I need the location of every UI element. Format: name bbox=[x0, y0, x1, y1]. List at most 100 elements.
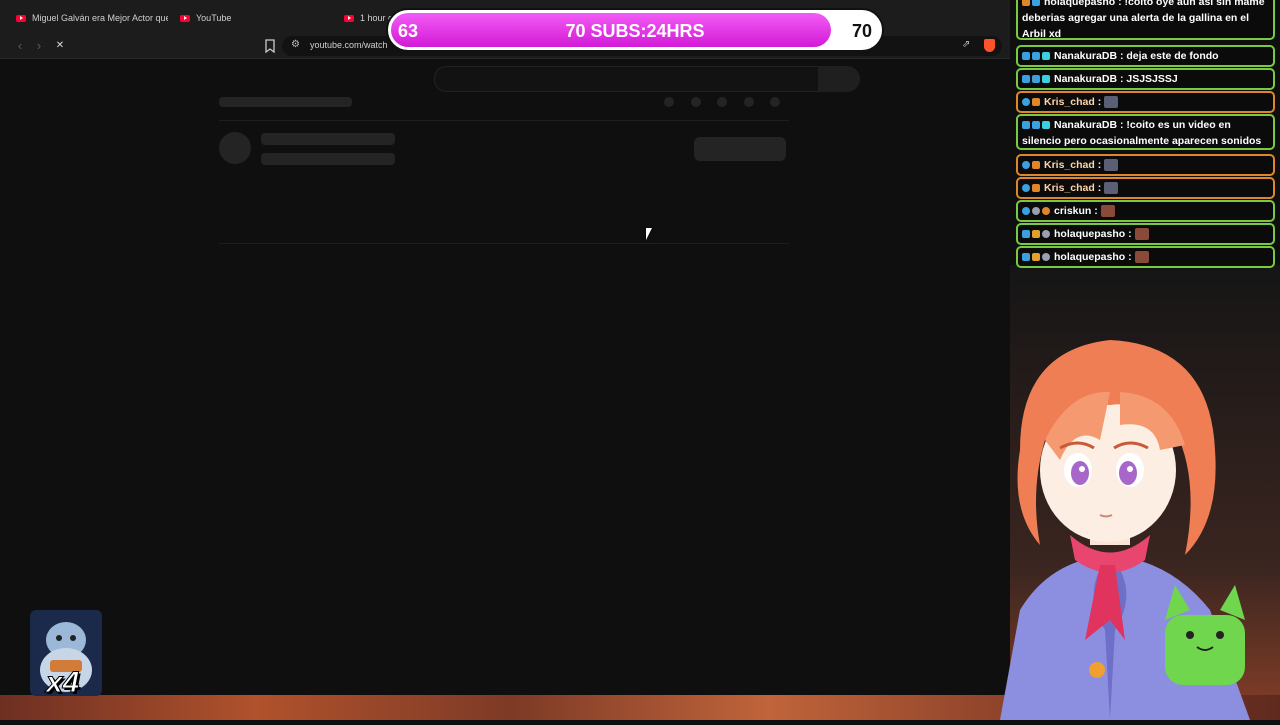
chat-message: Kris_chad : bbox=[1016, 154, 1275, 176]
channel-avatar-skeleton bbox=[219, 132, 251, 164]
chat-message: holaquepasho : bbox=[1016, 246, 1275, 268]
badge-icon bbox=[1042, 75, 1050, 84]
browser-window: Miguel Galván era Mejor Actor que C YouT… bbox=[0, 0, 1010, 695]
divider bbox=[219, 243, 789, 244]
subscriber-goal-bar: 63 70 SUBS:24HRS 70 bbox=[386, 8, 884, 52]
badge-icon bbox=[1042, 207, 1050, 216]
chat-separator: : bbox=[1118, 0, 1122, 8]
subgoal-title: 70 SUBS:24HRS bbox=[565, 21, 705, 41]
stop-loading-button[interactable]: ✕ bbox=[52, 38, 68, 54]
badge-icon bbox=[1042, 230, 1050, 239]
chat-username: NanakuraDB bbox=[1054, 73, 1118, 85]
badge-icon bbox=[1022, 184, 1030, 193]
combo-multiplier: x4 bbox=[45, 666, 80, 700]
chat-badges bbox=[1022, 230, 1050, 239]
badge-icon bbox=[1032, 0, 1040, 7]
youtube-favicon-icon bbox=[344, 14, 354, 22]
tab-label: YouTube bbox=[196, 13, 232, 23]
chat-message: NanakuraDB : deja este de fondo bbox=[1016, 45, 1275, 67]
chat-badges bbox=[1022, 161, 1040, 170]
chat-separator: : bbox=[1097, 159, 1102, 171]
chat-username: holaquepasho bbox=[1054, 251, 1126, 263]
chat-badges bbox=[1022, 121, 1050, 130]
action-skeleton-dot bbox=[717, 97, 727, 107]
emote-icon bbox=[1104, 159, 1119, 172]
vtuber-avatar bbox=[960, 330, 1280, 720]
chat-separator: : bbox=[1097, 96, 1102, 108]
badge-icon bbox=[1022, 253, 1030, 262]
badge-icon bbox=[1022, 161, 1030, 170]
chat-message: Kris_chad : bbox=[1016, 177, 1275, 199]
share-icon[interactable]: ⇗ bbox=[962, 39, 970, 50]
chat-separator: : bbox=[1119, 119, 1124, 131]
tab-youtube[interactable]: YouTube bbox=[172, 5, 332, 31]
chat-message: criskun : bbox=[1016, 200, 1275, 222]
chat-text: JSJSJSSJ bbox=[1126, 73, 1178, 85]
site-info-icon[interactable]: ⚙ bbox=[291, 39, 300, 50]
chat-badges bbox=[1022, 0, 1040, 7]
emote-icon bbox=[1100, 205, 1115, 218]
chat-badges bbox=[1022, 98, 1040, 107]
chat-message: holaquepasho : !coito oye aun asi sin ma… bbox=[1016, 0, 1275, 40]
youtube-search-input[interactable] bbox=[434, 66, 820, 92]
youtube-search-button[interactable] bbox=[818, 66, 860, 92]
chat-separator: : bbox=[1128, 228, 1132, 240]
chat-message: NanakuraDB : !coito es un video en silen… bbox=[1016, 114, 1275, 150]
mouse-cursor-icon bbox=[646, 228, 652, 240]
badge-icon bbox=[1032, 184, 1040, 193]
badge-icon bbox=[1032, 230, 1040, 239]
divider bbox=[219, 120, 789, 121]
bookmark-icon[interactable] bbox=[263, 39, 277, 54]
chat-badges bbox=[1022, 184, 1040, 193]
action-skeleton-dot bbox=[744, 97, 754, 107]
badge-icon bbox=[1032, 161, 1040, 170]
emote-icon bbox=[1134, 228, 1149, 241]
tab-miguel-galvan[interactable]: Miguel Galván era Mejor Actor que C bbox=[8, 5, 168, 31]
title-skeleton bbox=[219, 97, 352, 107]
chat-separator: : bbox=[1097, 182, 1102, 194]
chat-badges bbox=[1022, 253, 1050, 262]
badge-icon bbox=[1042, 121, 1050, 130]
youtube-favicon-icon bbox=[16, 14, 26, 22]
chat-username: Kris_chad bbox=[1044, 96, 1095, 108]
chat-message: Kris_chad : bbox=[1016, 91, 1275, 113]
subgoal-end-value: 70 bbox=[851, 21, 872, 41]
brave-shield-icon[interactable] bbox=[984, 39, 995, 52]
badge-icon bbox=[1032, 253, 1040, 262]
badge-icon bbox=[1032, 52, 1040, 61]
chat-username: Kris_chad bbox=[1044, 182, 1095, 194]
badge-icon bbox=[1022, 75, 1030, 84]
badge-icon bbox=[1022, 121, 1030, 130]
chat-badges bbox=[1022, 75, 1050, 84]
url-text: youtube.com/watch bbox=[310, 40, 388, 50]
badge-icon bbox=[1022, 52, 1030, 61]
badge-icon bbox=[1032, 98, 1040, 107]
subscribe-button-skeleton bbox=[694, 137, 786, 161]
chat-message: NanakuraDB : JSJSJSSJ bbox=[1016, 68, 1275, 90]
badge-icon bbox=[1042, 52, 1050, 61]
chat-separator: : bbox=[1094, 205, 1098, 217]
chat-username: holaquepasho bbox=[1044, 0, 1116, 8]
chat-badges bbox=[1022, 207, 1050, 216]
chat-separator: : bbox=[1119, 50, 1124, 62]
back-button[interactable]: ‹ bbox=[12, 38, 28, 54]
chat-username: NanakuraDB bbox=[1054, 119, 1118, 131]
emote-icon bbox=[1104, 96, 1119, 109]
chat-separator: : bbox=[1128, 251, 1132, 263]
badge-icon bbox=[1032, 75, 1040, 84]
tab-label: Miguel Galván era Mejor Actor que C bbox=[32, 13, 168, 23]
action-skeleton-dot bbox=[770, 97, 780, 107]
badge-icon bbox=[1022, 98, 1030, 107]
chat-username: Kris_chad bbox=[1044, 159, 1095, 171]
chat-username: criskun bbox=[1054, 205, 1092, 217]
chat-username: holaquepasho bbox=[1054, 228, 1126, 240]
chat-badges bbox=[1022, 52, 1050, 61]
chat-username: NanakuraDB bbox=[1054, 50, 1118, 62]
chat-message: holaquepasho : bbox=[1016, 223, 1275, 245]
forward-button[interactable]: › bbox=[31, 38, 47, 54]
action-skeleton-dot bbox=[664, 97, 674, 107]
emote-icon bbox=[1134, 251, 1149, 264]
emote-icon bbox=[1104, 182, 1119, 195]
youtube-favicon-icon bbox=[180, 14, 190, 22]
badge-icon bbox=[1032, 207, 1040, 216]
